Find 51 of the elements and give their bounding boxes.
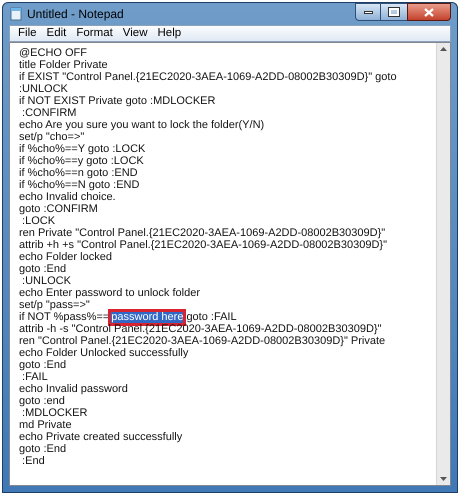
code-line: echo Enter password to unlock folder	[19, 287, 201, 299]
code-line: goto :End	[19, 443, 68, 455]
menu-item[interactable]: Help	[154, 24, 186, 42]
menu-item[interactable]: Edit	[42, 24, 70, 42]
code-line: :MDLOCKER	[21, 407, 88, 419]
scroll-down-icon[interactable]	[440, 477, 447, 481]
code-line: :UNLOCK	[21, 275, 72, 287]
code-line: echo Private created successfully	[19, 431, 184, 443]
code-line: set/p "cho=>"	[19, 131, 86, 143]
code-line: if NOT EXIST Private goto :MDLOCKER	[19, 95, 216, 107]
code-line: echo Folder locked	[19, 251, 113, 263]
code-line: goto :End	[19, 263, 68, 275]
code-line: @ECHO OFF	[19, 47, 88, 59]
code-line: echo Invalid choice.	[19, 191, 117, 203]
code-line: if EXIST "Control Panel.{21EC2020-3AEA-1069-A2DD-08002B30309D}" goto	[19, 71, 398, 83]
code-line: :FAIL	[21, 371, 49, 383]
code-line: if NOT %pass%==	[19, 311, 110, 323]
code-line: echo Are you sure you want to lock the folder(Y/N)	[19, 119, 266, 131]
code-line: if %cho%==N goto :END	[19, 179, 140, 191]
menu-item[interactable]: View	[118, 24, 152, 42]
code-line: echo Invalid password	[19, 383, 129, 395]
code-line: md Private	[19, 419, 73, 431]
code-line: if %cho%==n goto :END	[19, 167, 139, 179]
code-line: :LOCK	[21, 215, 56, 227]
menu-item[interactable]: File	[14, 24, 41, 42]
code-line: :CONFIRM	[21, 107, 78, 119]
code-line: :End	[21, 455, 46, 467]
scrollbar[interactable]	[436, 43, 450, 485]
code-line: attrib -h -s "Control Panel.{21EC2020-3AEA-1069-A2DD-08002B30309D}"	[19, 323, 382, 335]
code-line: goto :end	[19, 395, 66, 407]
maximize-button[interactable]	[381, 3, 407, 21]
close-icon	[424, 8, 434, 16]
selected-text: password here	[111, 312, 184, 322]
code-line: goto :End	[19, 359, 68, 371]
notepad-icon	[9, 7, 23, 21]
scroll-up-icon[interactable]	[440, 47, 447, 51]
code-line: :UNLOCK	[19, 83, 69, 95]
menu-item[interactable]: Format	[72, 24, 117, 42]
window-title: Untitled - Notepad	[27, 6, 124, 23]
code-line: set/p "pass=>"	[19, 299, 91, 311]
code-line: echo Folder Unlocked successfully	[19, 347, 190, 359]
code-line: attrib +h +s "Control Panel.{21EC2020-3AEA-1069-A2DD-08002B30309D}"	[19, 239, 388, 251]
code-line: ren Private "Control Panel.{21EC2020-3AEA-1069-A2DD-08002B30309D}"	[19, 227, 386, 239]
code-line: ren "Control Panel.{21EC2020-3AEA-1069-A2DD-08002B30309D}" Private	[19, 335, 386, 347]
close-button[interactable]	[407, 3, 451, 21]
code-line: goto :CONFIRM	[19, 203, 99, 215]
code-line: goto :FAIL	[186, 311, 237, 323]
code-line: title Folder Private	[19, 59, 109, 71]
code-line: if %cho%==y goto :LOCK	[19, 155, 145, 167]
minimize-button[interactable]	[355, 3, 381, 21]
code-line: if %cho%==Y goto :LOCK	[19, 143, 146, 155]
